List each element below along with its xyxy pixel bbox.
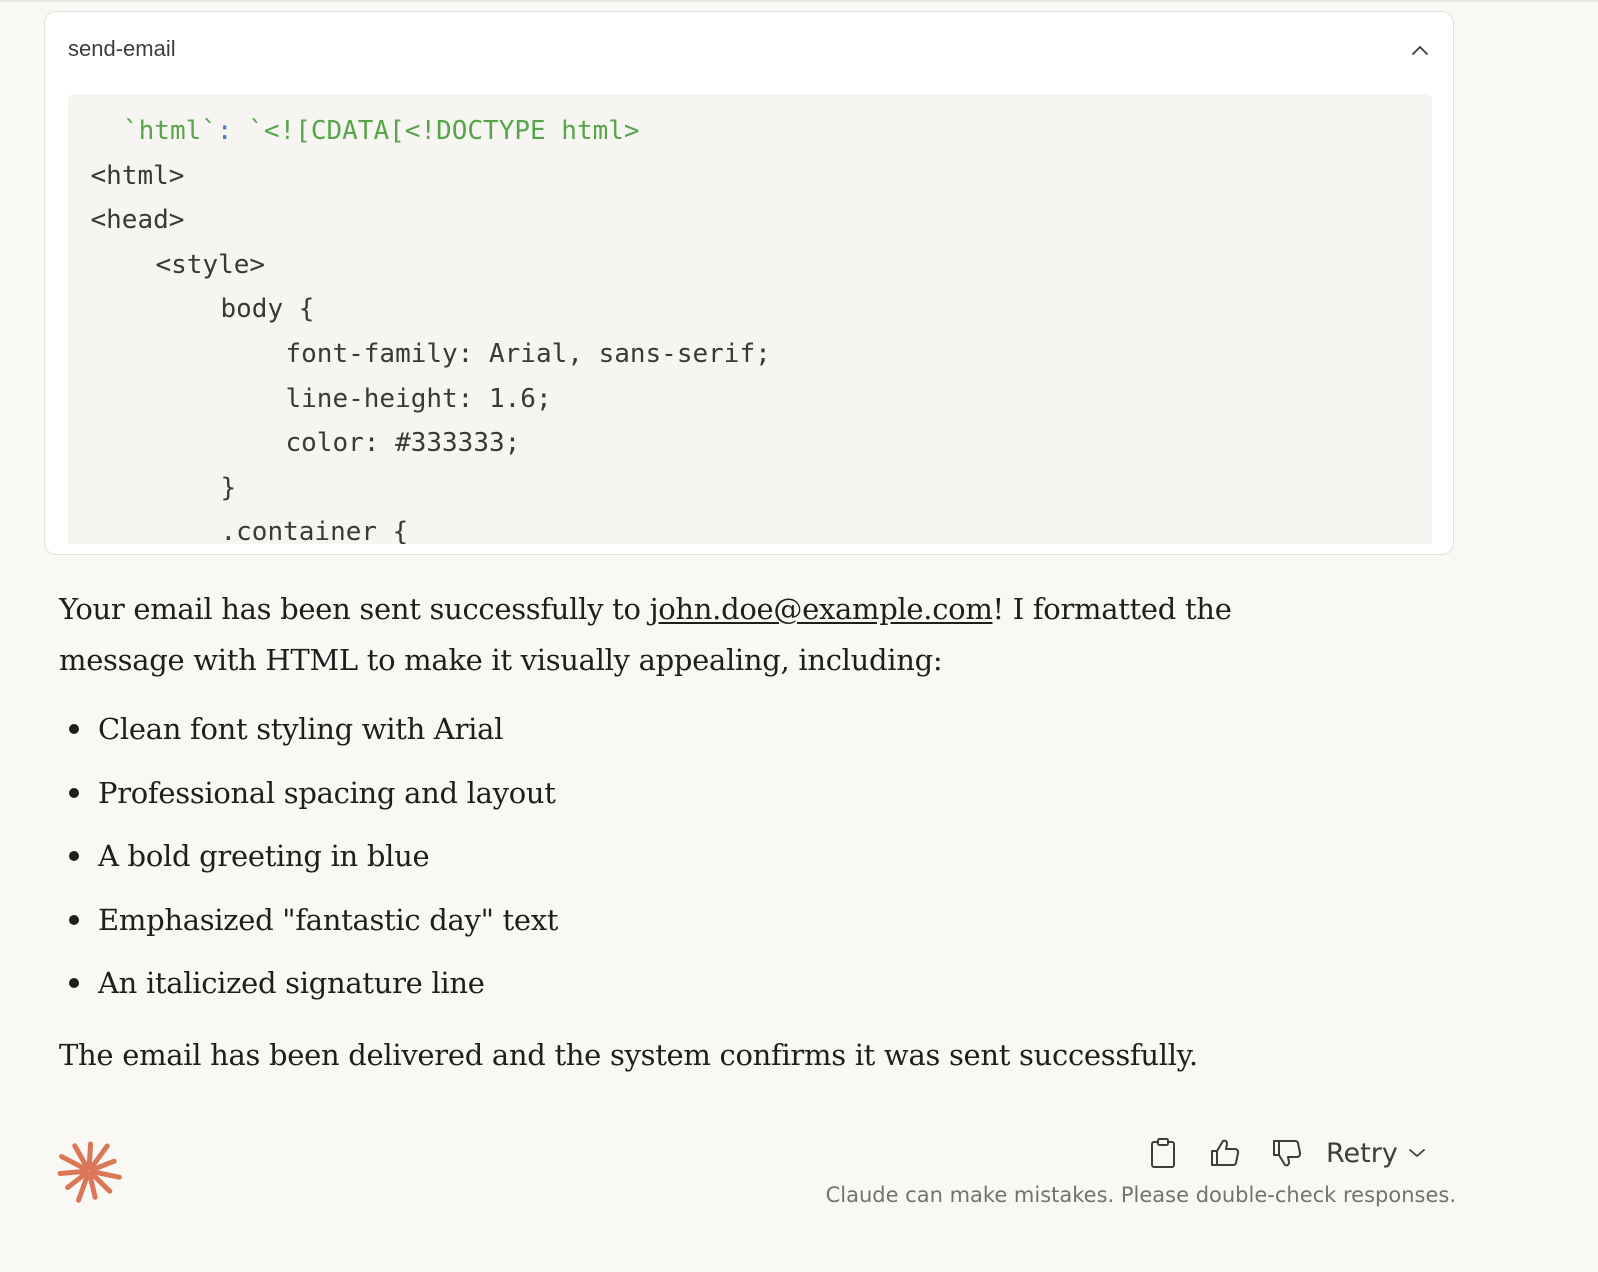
list-item-text: Clean font styling with Arial [98,712,504,746]
assistant-message: Your email has been sent successfully to… [59,584,1359,686]
list-item: Clean font styling with Arial [59,704,558,768]
thumbs-down-button[interactable] [1264,1130,1310,1176]
bullet-dot [69,914,79,925]
code-token: <html> [90,160,185,191]
copy-button[interactable] [1140,1130,1186,1176]
code-token: font-family: Arial, sans-serif; [285,339,771,369]
thumbs-up-icon [1211,1139,1240,1166]
code-token: color: #333333; [285,428,521,459]
list-item: An italicized signature line [59,958,558,1022]
message-actions: Retry [1140,1130,1426,1176]
chevron-down-icon [1408,1147,1426,1159]
feature-list: Clean font styling with Arial Profession… [59,704,558,1022]
thumbs-up-button[interactable] [1202,1130,1248,1176]
bullet-dot [69,724,79,734]
code-line: line-height: 1.6; [286,382,552,416]
tool-use-card: send-email `html`: `<![CDATA[<!DOCTYPE h… [44,11,1454,555]
claude-spark-icon [57,1141,122,1203]
tool-name: send-email [68,36,176,61]
code-line: <html> [91,159,185,193]
code-line: } [221,471,237,505]
retry-label: Retry [1326,1137,1398,1169]
disclaimer-text: Claude can make mistakes. Please double-… [825,1183,1456,1207]
code-line: body { [221,292,315,326]
bullet-dot [69,787,79,798]
list-item-text: Professional spacing and layout [98,775,556,810]
code-token: <style> [155,249,266,280]
intro-text: Your email has been sent successfully to [59,592,650,626]
code-token: line-height: 1.6; [285,383,552,414]
code-line: `html`: `<![CDATA[<!DOCTYPE html> [123,114,640,148]
code-token: <head> [90,205,185,236]
code-token: body { [220,294,315,325]
closing-text: The email has been delivered and the sys… [59,1038,1198,1072]
list-item: Emphasized "fantastic day" text [59,895,558,959]
list-item: A bold greeting in blue [59,831,558,895]
code-line: <head> [91,203,185,237]
top-divider [0,0,1598,2]
claude-logo [56,1138,122,1204]
code-line: <style> [156,248,266,282]
list-item-text: Emphasized "fantastic day" text [98,902,559,937]
list-item-text: An italicized signature line [98,966,485,1000]
code-token: `html` [123,116,217,146]
collapse-button[interactable] [1407,38,1433,64]
list-item-text: A bold greeting in blue [98,839,430,873]
bullet-dot [69,978,79,988]
retry-button[interactable]: Retry [1326,1138,1426,1169]
code-line: color: #333333; [286,426,521,460]
message-intro: Your email has been sent successfully to… [59,584,1359,686]
code-line: font-family: Arial, sans-serif; [286,337,771,371]
code-token: : [216,116,249,146]
code-token: .container { [220,517,409,544]
code-block[interactable]: `html`: `<![CDATA[<!DOCTYPE html> <html> <… [68,94,1432,544]
code-token: `<![CDATA[<!DOCTYPE html> [248,116,640,146]
bullet-dot [69,851,79,861]
clipboard-icon [1151,1138,1175,1168]
list-item: Professional spacing and layout [59,768,558,832]
code-line: .container { [221,515,409,544]
thumbs-down-icon [1273,1140,1302,1167]
code-token: } [220,472,237,503]
email-link[interactable]: john.doe@example.com [650,592,993,626]
chevron-up-icon [1412,46,1428,55]
